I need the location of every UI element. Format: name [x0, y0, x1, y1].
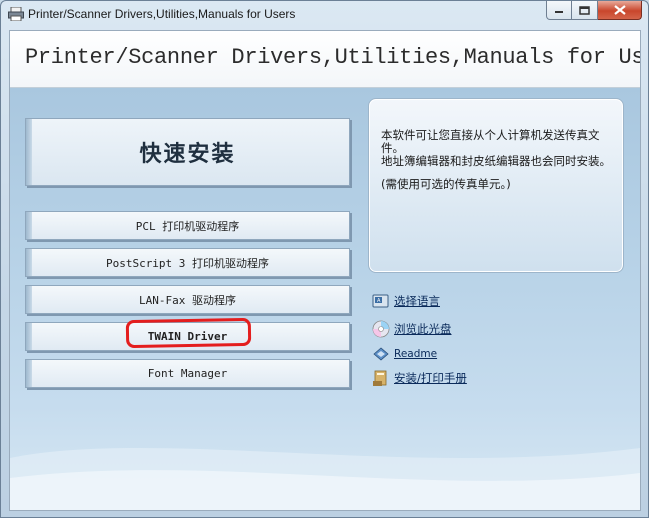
font-manager-button[interactable]: Font Manager — [25, 359, 350, 388]
window-title: Printer/Scanner Drivers,Utilities,Manual… — [28, 7, 296, 21]
button-label: PostScript 3 打印机驱动程序 — [105, 256, 270, 270]
description-line: 地址簿编辑器和封皮纸编辑器也会同时安装。 — [381, 154, 611, 168]
description-line: 本软件可让您直接从个人计算机发送传真文件。 — [381, 128, 600, 155]
install-manual-link[interactable]: 安装/打印手册 — [372, 368, 467, 388]
page-title: Printer/Scanner Drivers,Utilities,Manual… — [25, 45, 641, 70]
minimize-icon — [555, 11, 563, 13]
maximize-icon — [579, 5, 590, 15]
maximize-button[interactable] — [572, 1, 598, 20]
application-window: Printer/Scanner Drivers,Utilities,Manual… — [0, 0, 649, 518]
main-panel: Printer/Scanner Drivers,Utilities,Manual… — [9, 30, 641, 511]
red-highlight-annotation — [125, 317, 252, 349]
minimize-button[interactable] — [546, 1, 572, 20]
button-label: LAN-Fax 驱动程序 — [139, 293, 236, 307]
link-label: 选择语言 — [394, 294, 440, 308]
button-accent-bar — [26, 286, 32, 313]
description-panel: 本软件可让您直接从个人计算机发送传真文件。 地址簿编辑器和封皮纸编辑器也会同时安… — [368, 98, 624, 273]
postscript-driver-button[interactable]: PostScript 3 打印机驱动程序 — [25, 248, 350, 277]
lan-fax-driver-button[interactable]: LAN-Fax 驱动程序 — [25, 285, 350, 314]
cd-icon — [372, 320, 390, 338]
title-bar[interactable]: Printer/Scanner Drivers,Utilities,Manual… — [1, 1, 648, 29]
button-accent-bar — [26, 360, 32, 387]
select-language-link[interactable]: A 选择语言 — [372, 291, 440, 311]
button-accent-bar — [26, 119, 32, 185]
quick-install-button[interactable]: 快速安装 — [25, 118, 350, 186]
background-wave — [10, 448, 640, 510]
svg-text:A: A — [377, 298, 381, 304]
button-accent-bar — [26, 249, 32, 276]
close-button[interactable] — [598, 1, 642, 20]
pcl-driver-button[interactable]: PCL 打印机驱动程序 — [25, 211, 350, 240]
button-accent-bar — [26, 323, 32, 350]
printer-icon — [8, 7, 24, 21]
link-label: 安装/打印手册 — [394, 371, 467, 385]
header: Printer/Scanner Drivers,Utilities,Manual… — [10, 31, 640, 88]
readme-link[interactable]: Readme — [372, 344, 437, 364]
description-text: 本软件可让您直接从个人计算机发送传真文件。 地址簿编辑器和封皮纸编辑器也会同时安… — [381, 129, 617, 200]
description-note: (需使用可选的传真单元。) — [381, 177, 511, 191]
button-label: PCL 打印机驱动程序 — [135, 219, 240, 233]
language-icon: A — [372, 294, 389, 308]
manual-icon — [373, 370, 387, 386]
readme-icon — [373, 347, 389, 361]
browse-cd-link[interactable]: 浏览此光盘 — [372, 319, 452, 339]
close-icon — [613, 5, 626, 15]
link-label: 浏览此光盘 — [394, 322, 452, 336]
quick-install-label: 快速安装 — [139, 142, 236, 167]
button-label: Font Manager — [147, 367, 228, 380]
button-accent-bar — [26, 212, 32, 239]
link-label: Readme — [394, 348, 438, 360]
